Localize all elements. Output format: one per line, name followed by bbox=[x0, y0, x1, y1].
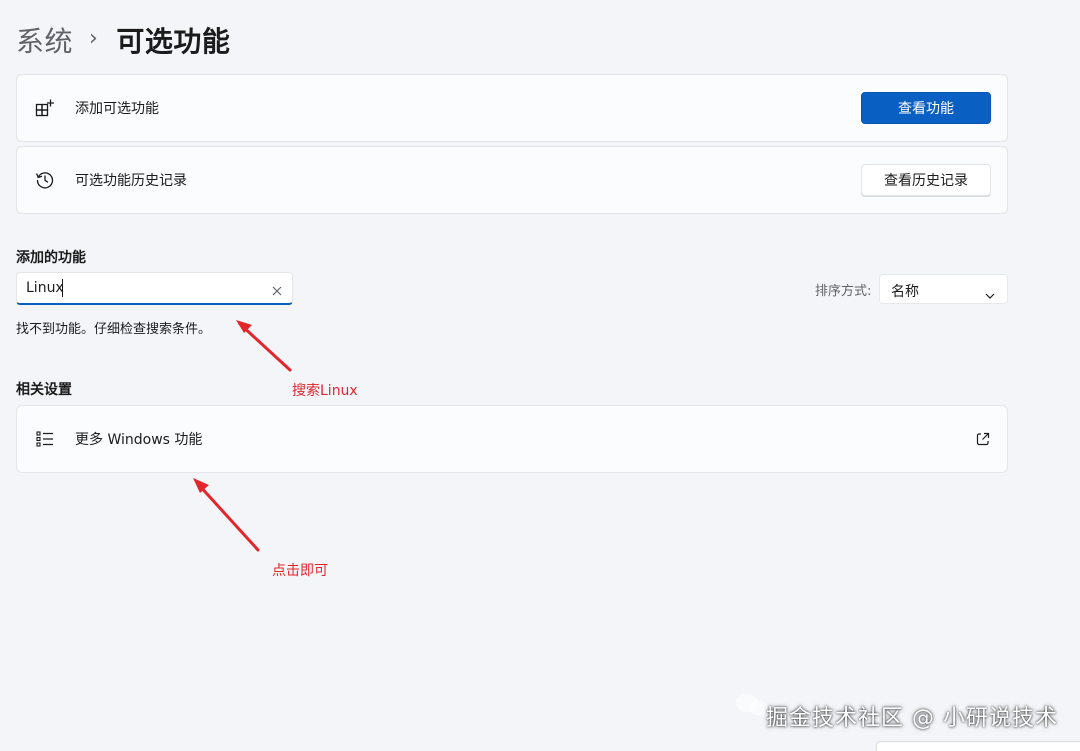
click-annotation-label: 点击即可 bbox=[272, 563, 328, 579]
list-icon bbox=[34, 428, 56, 450]
added-features-heading: 添加的功能 bbox=[16, 250, 86, 266]
sort-selected-value: 名称 bbox=[891, 284, 919, 300]
chevron-down-icon bbox=[985, 285, 995, 299]
sort-dropdown[interactable]: 名称 bbox=[879, 274, 1008, 304]
click-annotation-arrow bbox=[196, 482, 260, 552]
no-results-message: 找不到功能。仔细检查搜索条件。 bbox=[16, 322, 212, 337]
related-settings-heading: 相关设置 bbox=[16, 382, 72, 398]
text-caret bbox=[62, 279, 63, 297]
close-icon[interactable] bbox=[271, 282, 283, 296]
view-history-button[interactable]: 查看历史记录 bbox=[861, 164, 991, 196]
search-annotation-arrow bbox=[238, 322, 292, 372]
sort-label: 排序方式: bbox=[815, 284, 872, 299]
add-apps-icon bbox=[34, 97, 56, 119]
open-external-icon bbox=[975, 431, 991, 447]
more-windows-features-card[interactable]: 更多 Windows 功能 bbox=[16, 405, 1008, 473]
history-icon bbox=[34, 169, 56, 191]
breadcrumb-parent-system[interactable]: 系统 bbox=[16, 20, 73, 60]
watermark: 掘金技术社区 @ 小研说技术 bbox=[766, 706, 1058, 731]
breadcrumb-separator: › bbox=[89, 25, 99, 51]
add-optional-feature-label: 添加可选功能 bbox=[75, 101, 159, 117]
search-annotation-label: 搜索Linux bbox=[292, 383, 358, 399]
page-title: 可选功能 bbox=[116, 25, 231, 58]
view-features-button[interactable]: 查看功能 bbox=[861, 92, 991, 124]
search-input[interactable] bbox=[26, 278, 256, 298]
breadcrumb: 系统 › 可选功能 bbox=[16, 18, 230, 62]
search-field[interactable] bbox=[16, 272, 293, 305]
add-optional-feature-card: 添加可选功能 查看功能 bbox=[16, 74, 1008, 142]
optional-feature-history-card: 可选功能历史记录 查看历史记录 bbox=[16, 146, 1008, 214]
more-windows-features-label: 更多 Windows 功能 bbox=[75, 432, 203, 448]
optional-feature-history-label: 可选功能历史记录 bbox=[75, 173, 187, 189]
